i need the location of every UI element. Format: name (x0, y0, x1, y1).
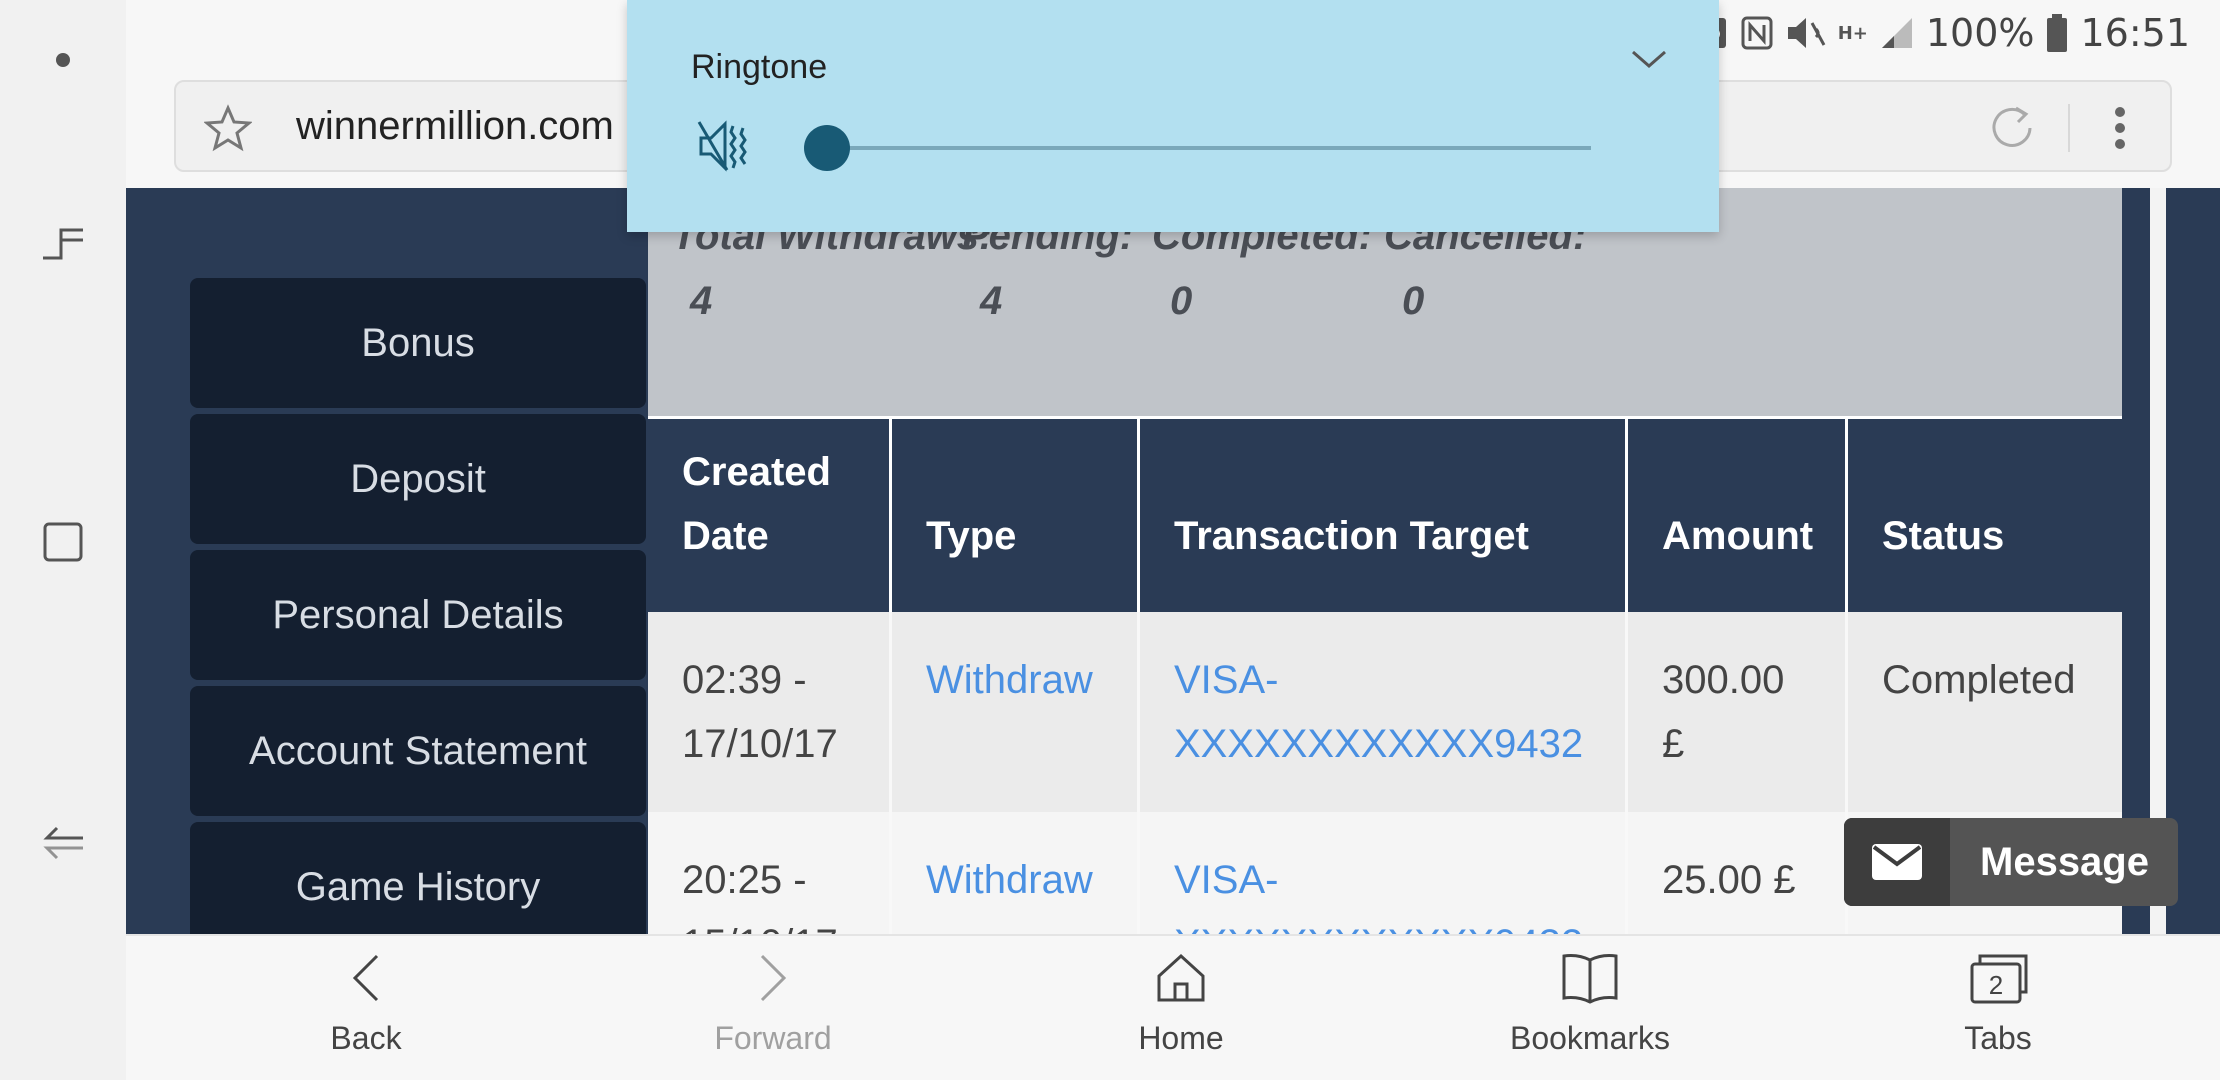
back-arrow-icon[interactable] (33, 812, 93, 872)
cell-created-date: 20:25 -15/10/17 (648, 812, 892, 934)
speaker-mute-icon[interactable] (697, 116, 757, 181)
menu-item-bonus[interactable]: Bonus (190, 278, 646, 408)
battery-percent: 100% (1925, 11, 2035, 55)
type-link[interactable]: Withdraw (926, 858, 1093, 902)
home-button[interactable]: Home (1071, 950, 1291, 1057)
url-text[interactable]: winnermillion.com (296, 104, 614, 149)
menu-item-personal-details[interactable]: Personal Details (190, 550, 646, 680)
signal-icon (1880, 13, 1914, 53)
menu-item-account-statement[interactable]: Account Statement (190, 686, 646, 816)
cell-target: VISA-XXXXXXXXXXXX9432 (1140, 812, 1628, 934)
cell-target: VISA-XXXXXXXXXXXX9432 (1140, 612, 1628, 812)
more-options-icon[interactable] (2110, 104, 2130, 157)
table-row: 02:39 -17/10/17 Withdraw VISA- XXXXXXXXXX… (648, 612, 2122, 812)
forward-button[interactable]: Forward (663, 950, 883, 1057)
battery-icon (2046, 13, 2068, 53)
cell-amount: 300.00 £ (1628, 612, 1848, 812)
message-button[interactable]: Message (1844, 818, 2178, 906)
system-nav (0, 0, 126, 1080)
reload-icon[interactable] (1986, 102, 2036, 157)
clock: 16:51 (2080, 11, 2190, 55)
type-link[interactable]: Withdraw (926, 658, 1093, 702)
header-transaction-target: Transaction Target (1140, 419, 1628, 612)
header-created-date: Created Date (648, 419, 892, 612)
url-divider (2068, 104, 2070, 152)
volume-panel: Ringtone (627, 0, 1719, 232)
header-type: Type (892, 419, 1140, 612)
status-bar: H+ 100% 16:51 (1700, 8, 2190, 58)
target-link[interactable]: VISA-XXXXXXXXXXXX9432 (1174, 858, 1583, 934)
tabs-button[interactable]: 2 Tabs (1888, 950, 2108, 1057)
mute-icon (1786, 13, 1826, 53)
cell-amount: 25.00 £ (1628, 812, 1848, 934)
volume-slider-thumb[interactable] (804, 125, 850, 171)
cell-type: Withdraw (892, 812, 1140, 934)
back-button[interactable]: Back (256, 950, 476, 1057)
bookmarks-button[interactable]: Bookmarks (1480, 950, 1700, 1057)
menu-item-deposit[interactable]: Deposit (190, 414, 646, 544)
cell-status: Completed (1882, 658, 2076, 702)
envelope-icon (1844, 818, 1950, 906)
header-status: Status (1882, 514, 2005, 558)
tabs-icon: 2 (1970, 954, 2028, 1004)
browser-bottom-bar: Back Forward Home Bookmarks 2 Tabs (126, 934, 2220, 1080)
home-square-icon[interactable] (33, 512, 93, 572)
target-link[interactable]: VISA-XXXXXXXXXXXX9432 (1174, 658, 1583, 766)
chevron-down-icon[interactable] (1629, 48, 1669, 77)
volume-slider-track[interactable] (827, 146, 1591, 150)
nfc-icon (1740, 13, 1774, 53)
volume-title: Ringtone (691, 48, 828, 86)
menu-item-game-history[interactable]: Game History (190, 822, 646, 934)
cell-created-date: 02:39 -17/10/17 (648, 612, 892, 812)
account-menu: Bonus Deposit Personal Details Account S… (190, 278, 646, 934)
header-amount: Amount (1628, 419, 1848, 612)
bookmark-star-icon[interactable] (203, 104, 253, 157)
dot-icon[interactable] (33, 30, 93, 90)
cell-type: Withdraw (892, 612, 1140, 812)
recents-icon[interactable] (33, 210, 93, 270)
tab-count: 2 (1989, 970, 2003, 1000)
network-type-icon: H+ (1837, 22, 1868, 44)
table-header: Created Date Type Transaction Target Amou… (648, 416, 2122, 612)
